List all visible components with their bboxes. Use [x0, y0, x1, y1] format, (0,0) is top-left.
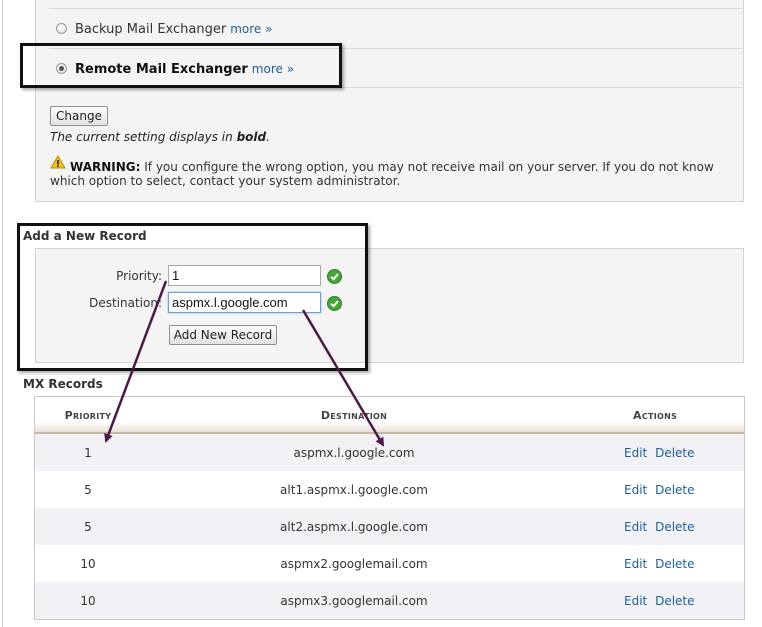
destination-arrow	[301, 309, 385, 447]
priority-arrow	[104, 280, 168, 443]
annotation-arrows	[104, 280, 385, 447]
